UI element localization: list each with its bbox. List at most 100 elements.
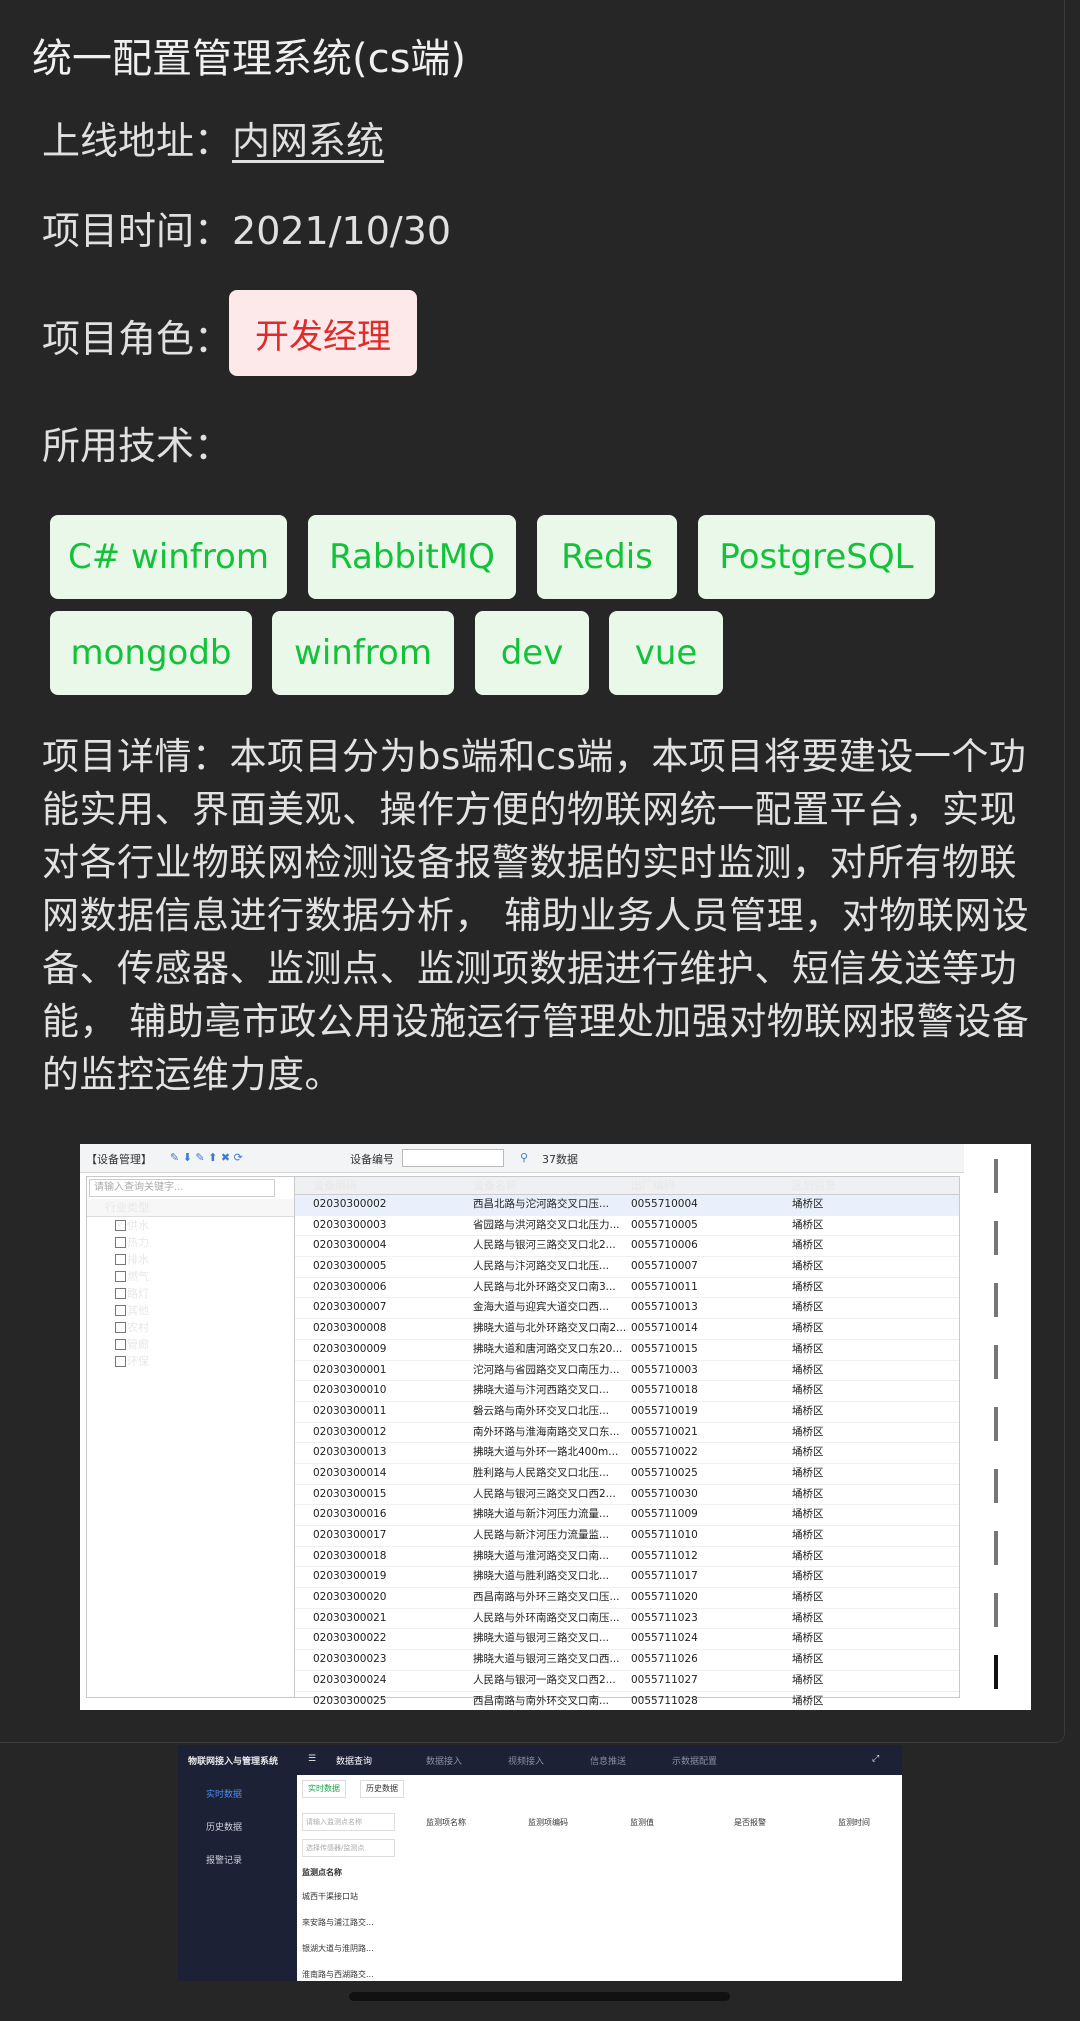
table-row[interactable]: 02030300008 拂晓大道与北外环路交叉口南2... 0055710014 埇桥… (295, 1319, 959, 1340)
table-row[interactable]: 02030300006 人民路与北外环路交叉口南3... 0055710011 埇桥区 (295, 1278, 959, 1299)
table-cell: 0055710003 (631, 1363, 698, 1376)
table-row[interactable]: 02030300018 拂晓大道与淮河路交叉口南... 0055711012 埇桥区 (295, 1547, 959, 1568)
table-cell: 0055710030 (631, 1487, 698, 1500)
point-search-input[interactable]: 请输入监测点名称 (302, 1813, 395, 1831)
bs-app-title: 物联网接入与管理系统 (188, 1757, 279, 1767)
table-cell: 0055711012 (631, 1549, 698, 1562)
search-icon[interactable]: ⚲ (520, 1151, 528, 1164)
table-cell: 0055711023 (631, 1611, 698, 1624)
table-cell: 埇桥区 (792, 1653, 824, 1666)
table-cell: 埇桥区 (792, 1632, 824, 1645)
table-cell: 埇桥区 (792, 1384, 824, 1397)
nav-item[interactable]: 信息推送 (590, 1754, 626, 1767)
table-row[interactable]: 02030300015 人民路与银河三路交叉口西2... 0055710030 埇桥区 (295, 1485, 959, 1506)
table-row[interactable]: 02030300009 拂晓大道和唐河路交叉口东20... 0055710015 埇桥… (295, 1340, 959, 1361)
side-item[interactable]: 报警记录 (206, 1853, 242, 1866)
table-row[interactable]: 02030300004 人民路与银河三路交叉口北2... 0055710006 埇桥区 (295, 1236, 959, 1258)
tech-tag: C# winfrom (50, 515, 287, 599)
nav-item[interactable]: 数据查询 (336, 1754, 372, 1767)
table-row[interactable]: 02030300025 西昌南路与南外环交叉口南... 0055711028 埇桥区 (295, 1692, 959, 1711)
device-no-input[interactable] (402, 1149, 504, 1167)
table-cell: 0055711028 (631, 1694, 698, 1707)
table-cell: 埇桥区 (792, 1611, 824, 1624)
table-cell: 人民路与外环南路交叉口南压... (473, 1611, 620, 1624)
project-title: 统一配置管理系统(cs端) (32, 36, 467, 82)
table-cell: 02030300016 (313, 1508, 387, 1521)
table-cell: 埇桥区 (792, 1508, 824, 1521)
table-cell: 0055710013 (631, 1301, 698, 1314)
table-row[interactable]: 02030300014 胜利路与人民路交叉口北压... 0055710025 埇桥区 (295, 1464, 959, 1485)
side-item[interactable]: 实时数据 (206, 1787, 242, 1800)
list-item[interactable]: 城西干渠接口站 (302, 1891, 358, 1902)
table-cell: 埇桥区 (792, 1529, 824, 1541)
table-row[interactable]: 02030300012 南外环路与淮海南路交叉口东... 0055710021 埇桥区 (295, 1423, 959, 1444)
tech-tag: dev (475, 611, 589, 695)
table-row[interactable]: 02030300024 人民路与银河一路交叉口西2... 0055711027 埇桥区 (295, 1671, 959, 1692)
table-row[interactable]: 02030300022 拂晓大道与银河三路交叉口... 0055711024 埇桥区 (295, 1629, 959, 1651)
table-cell: 0055711017 (631, 1570, 698, 1583)
list-item[interactable]: 來安路与浦江路交... (302, 1917, 374, 1928)
table-cell: 胜利路与人民路交叉口北压... (473, 1466, 610, 1479)
nav-item[interactable]: 数据接入 (426, 1754, 462, 1767)
table-row[interactable]: 02030300002 西昌北路与沱河路交叉口压... 0055710004 埇桥区 (295, 1195, 959, 1216)
table-cell: 0055711027 (631, 1673, 698, 1686)
table-cell: 02030300012 (313, 1425, 387, 1438)
list-item[interactable]: 银湖大道与淮阴路... (302, 1943, 374, 1954)
strip-bar (994, 1593, 998, 1627)
time-value: 2021/10/30 (232, 209, 452, 253)
table-cell: 02030300015 (313, 1487, 387, 1500)
table-cell: 西昌北路与沱河路交叉口压... (473, 1198, 610, 1210)
grid-body: 02030300002 西昌北路与沱河路交叉口压... 0055710004 埇桥区 0… (295, 1195, 959, 1710)
table-cell: 拂晓大道与汴河西路交叉口... (473, 1384, 610, 1397)
side-item[interactable]: 历史数据 (206, 1820, 242, 1833)
table-cell: 0055710007 (631, 1260, 698, 1273)
table-cell: 02030300002 (313, 1198, 387, 1210)
table-row[interactable]: 02030300020 西昌南路与外环三路交叉口压... 0055711020 埇桥区 (295, 1588, 959, 1609)
tab-history[interactable]: 历史数据 (360, 1780, 404, 1798)
table-row[interactable]: 02030300005 人民路与汴河路交叉口北压... 0055710007 埇桥区 (295, 1257, 959, 1278)
nav-item[interactable]: 示数据配置 (672, 1754, 717, 1767)
menu-icon[interactable]: ☰ (308, 1754, 316, 1764)
table-cell: 人民路与银河三路交叉口北2... (473, 1239, 616, 1252)
table-cell: 02030300014 (313, 1466, 387, 1479)
table-row[interactable]: 02030300013 拂晓大道与外环一路北400m... 0055710022 埇桥… (295, 1443, 959, 1464)
table-row[interactable]: 02030300017 人民路与新汴河压力流量监... 0055711010 埇桥区 (295, 1526, 959, 1547)
table-cell: 0055710006 (631, 1239, 698, 1252)
table-cell: 0055710025 (631, 1466, 698, 1479)
table-cell: 埇桥区 (792, 1591, 824, 1604)
table-cell: 拂晓大道与银河三路交叉口... (473, 1632, 610, 1645)
list-item[interactable]: 淮南路与西湖路交... (302, 1969, 374, 1980)
strip-bar (994, 1345, 998, 1379)
nav-item[interactable]: 视频接入 (508, 1754, 544, 1767)
online-link[interactable]: 内网系统 (232, 119, 384, 163)
toolbar-icons: ✎ ⬇ ✎ ⬆ ✖ ⟳ (170, 1151, 243, 1164)
home-indicator[interactable] (349, 1992, 730, 2001)
table-row[interactable]: 02030300023 拂晓大道与银河三路交叉口西... 0055711026 埇桥区 (295, 1650, 959, 1671)
table-cell: 人民路与银河一路交叉口西2... (473, 1673, 616, 1686)
table-row[interactable]: 02030300003 省园路与洪河路交叉口北压力... 0055710005 埇桥区 (295, 1216, 959, 1237)
table-row[interactable]: 02030300010 拂晓大道与汴河西路交叉口... 0055710018 埇桥区 (295, 1381, 959, 1402)
table-cell: 埇桥区 (792, 1322, 824, 1335)
table-row[interactable]: 02030300007 金海大道与迎宾大道交口西... 0055710013 埇桥区 (295, 1298, 959, 1320)
table-cell: 拂晓大道与胜利路交叉口北... (473, 1570, 610, 1583)
table-cell: 西昌南路与外环三路交叉口压... (473, 1591, 620, 1604)
table-row[interactable]: 02030300016 拂晓大道与新汴河压力流量... 0055711009 埇桥区 (295, 1505, 959, 1526)
bs-screenshot: 物联网接入与管理系统 ☰ 数据查询 数据接入 视频接入 信息推送 示数据配置 ⤢… (178, 1745, 902, 1981)
tab-realtime[interactable]: 实时数据 (302, 1780, 346, 1798)
fullscreen-icon[interactable]: ⤢ (872, 1754, 879, 1764)
strip-bar (994, 1283, 998, 1317)
table-cell: 埇桥区 (792, 1466, 824, 1479)
table-row[interactable]: 02030300001 沱河路与省园路交叉口南压力... 0055710003 埇桥区 (295, 1361, 959, 1382)
tree-search-input[interactable]: 请输入查询关键字... (89, 1179, 275, 1197)
project-detail: 项目详情：本项目分为bs端和cs端，本项目将要建设一个功能实用、界面美观、操作方… (42, 735, 1030, 1096)
table-row[interactable]: 02030300011 磬云路与南外环交叉口北压... 0055710019 埇桥区 (295, 1402, 959, 1423)
table-row[interactable]: 02030300019 拂晓大道与胜利路交叉口北... 0055711017 埇桥区 (295, 1567, 959, 1589)
table-cell: 02030300017 (313, 1529, 387, 1541)
time-label: 项目时间： (42, 209, 233, 253)
table-cell: 0055710011 (631, 1280, 698, 1293)
strip-bar (994, 1655, 998, 1689)
table-cell: 02030300025 (313, 1694, 387, 1707)
table-cell: 埇桥区 (792, 1446, 824, 1459)
table-row[interactable]: 02030300021 人民路与外环南路交叉口南压... 0055711023 埇桥区 (295, 1609, 959, 1630)
sensor-select[interactable]: 选择传感器/监测点 (302, 1839, 395, 1857)
